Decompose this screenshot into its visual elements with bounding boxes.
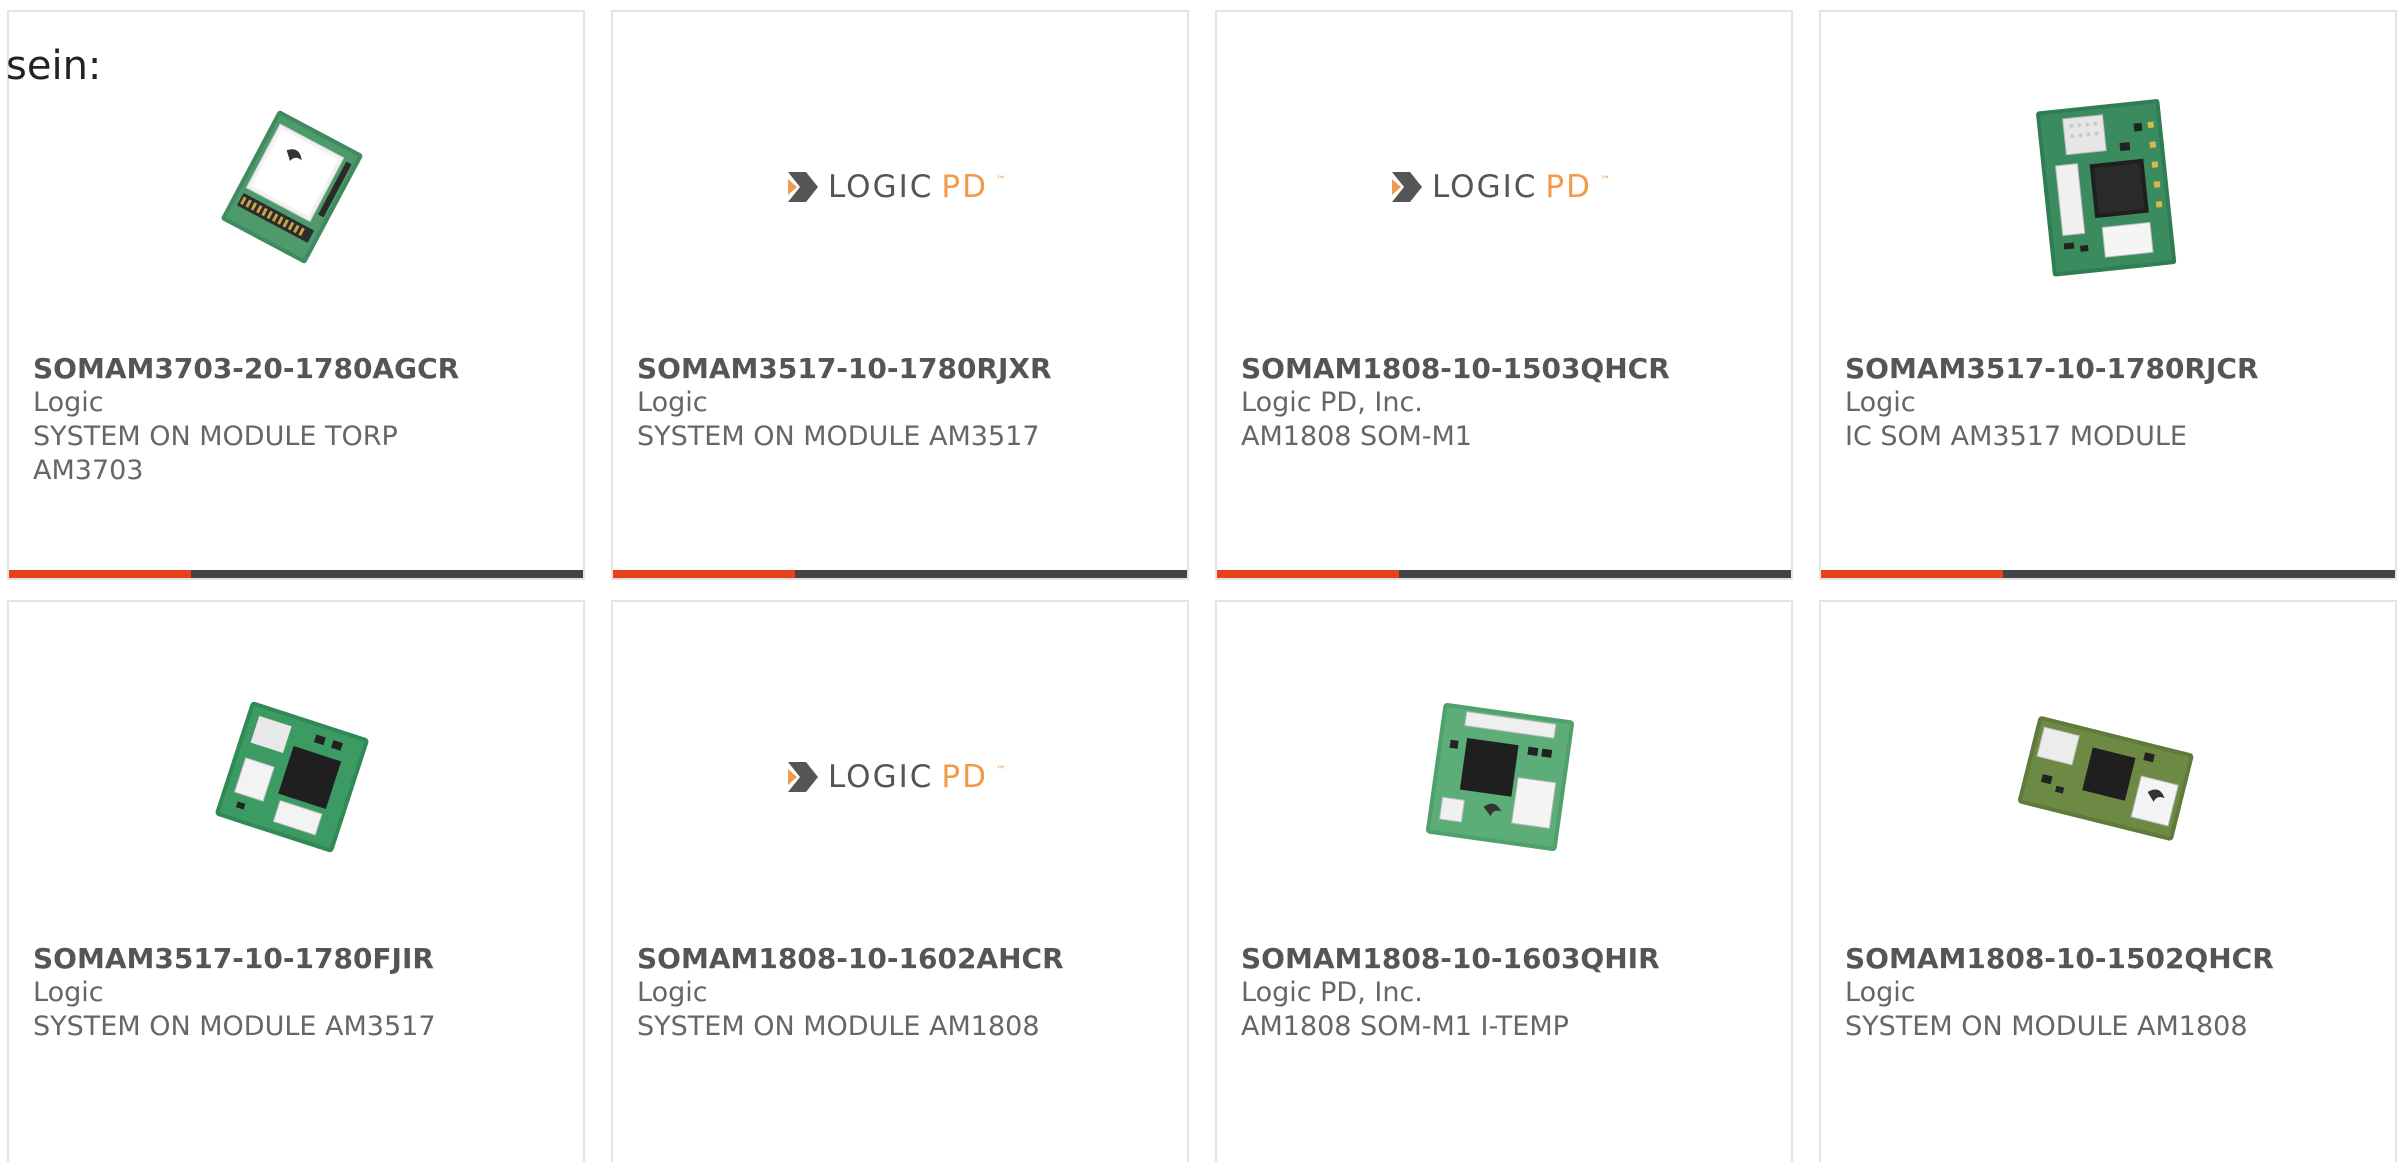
card-accent-bar <box>613 570 1187 578</box>
product-card[interactable]: LOGIC PD ™ SOMAM3517-10-1780RJXR Logic S… <box>611 10 1189 580</box>
product-card[interactable]: LOGIC PD ™ SOMAM1808-10-1503QHCR Logic P… <box>1215 10 1793 580</box>
board-square-icon <box>1425 702 1575 852</box>
part-number-link[interactable]: SOMAM3517-10-1780RJCR <box>1845 352 2375 386</box>
product-grid: SOMAM3703-20-1780AGCR Logic SYSTEM ON MO… <box>0 0 2400 1162</box>
manufacturer: Logic <box>33 387 104 418</box>
product-listing-page: sein: SOMAM3703-20-1780AGCR Logic SYSTEM… <box>0 0 2400 1162</box>
board-upright-icon <box>2036 99 2177 277</box>
card-accent-bar <box>1217 570 1791 578</box>
logo-word-logic: LOGIC <box>828 169 934 205</box>
product-image[interactable]: LOGIC PD ™ <box>1392 87 1610 287</box>
part-number-link[interactable]: SOMAM1808-10-1603QHIR <box>1241 942 1771 976</box>
product-info: SOMAM1808-10-1503QHCR Logic PD, Inc. AM1… <box>1241 352 1771 454</box>
logo-word-logic: LOGIC <box>828 759 934 795</box>
product-card[interactable]: SOMAM1808-10-1603QHIR Logic PD, Inc. AM1… <box>1215 600 1793 1162</box>
product-info: SOMAM3517-10-1780RJCR Logic IC SOM AM351… <box>1845 352 2375 454</box>
product-image[interactable] <box>1400 677 1600 877</box>
section-heading: sein: <box>6 43 102 89</box>
manufacturer: Logic <box>637 977 708 1008</box>
product-info: SOMAM1808-10-1603QHIR Logic PD, Inc. AM1… <box>1241 942 1771 1044</box>
logo-tm: ™ <box>995 765 1008 776</box>
product-image[interactable] <box>2004 87 2204 287</box>
product-card[interactable]: LOGIC PD ™ SOMAM1808-10-1602AHCR Logic S… <box>611 600 1189 1162</box>
part-number-link[interactable]: SOMAM3517-10-1780RJXR <box>637 352 1167 386</box>
description: SYSTEM ON MODULE AM1808 <box>637 1011 1040 1042</box>
product-info: SOMAM3517-10-1780FJIR Logic SYSTEM ON MO… <box>33 942 563 1044</box>
logo-tm: ™ <box>995 175 1008 186</box>
product-info: SOMAM1808-10-1502QHCR Logic SYSTEM ON MO… <box>1845 942 2375 1044</box>
description: AM1808 SOM-M1 I-TEMP <box>1241 1011 1569 1042</box>
card-accent-bar <box>1821 570 2395 578</box>
logo-tm: ™ <box>1599 175 1612 186</box>
manufacturer: Logic PD, Inc. <box>1241 387 1423 418</box>
product-card[interactable]: SOMAM1808-10-1502QHCR Logic SYSTEM ON MO… <box>1819 600 2397 1162</box>
board-flat-icon <box>215 701 369 853</box>
part-number-link[interactable]: SOMAM3703-20-1780AGCR <box>33 352 563 386</box>
manufacturer: Logic <box>1845 977 1916 1008</box>
product-image[interactable] <box>192 87 392 287</box>
logic-pd-logo: LOGIC PD ™ <box>784 169 1008 205</box>
logo-mark-icon <box>788 172 819 202</box>
part-number-link[interactable]: SOMAM1808-10-1602AHCR <box>637 942 1167 976</box>
logic-pd-logo: LOGIC PD ™ <box>784 759 1008 795</box>
logic-pd-logo: LOGIC PD ™ <box>1388 169 1612 205</box>
product-image[interactable]: LOGIC PD ™ <box>788 87 1006 287</box>
product-info: SOMAM1808-10-1602AHCR Logic SYSTEM ON MO… <box>637 942 1167 1044</box>
product-info: SOMAM3703-20-1780AGCR Logic SYSTEM ON MO… <box>33 352 563 488</box>
part-number-link[interactable]: SOMAM3517-10-1780FJIR <box>33 942 563 976</box>
logo-word-pd: PD <box>941 759 988 795</box>
product-card[interactable]: SOMAM3517-10-1780FJIR Logic SYSTEM ON MO… <box>7 600 585 1162</box>
logo-word-pd: PD <box>941 169 988 205</box>
logo-mark-icon <box>788 762 819 792</box>
manufacturer: Logic PD, Inc. <box>1241 977 1423 1008</box>
product-info: SOMAM3517-10-1780RJXR Logic SYSTEM ON MO… <box>637 352 1167 454</box>
part-number-link[interactable]: SOMAM1808-10-1502QHCR <box>1845 942 2375 976</box>
product-image[interactable] <box>192 677 392 877</box>
board-angled-icon <box>221 110 363 264</box>
description: AM1808 SOM-M1 <box>1241 421 1472 452</box>
logo-word-pd: PD <box>1545 169 1592 205</box>
manufacturer: Logic <box>33 977 104 1008</box>
description: SYSTEM ON MODULE AM3517 <box>33 1011 436 1042</box>
logo-mark-icon <box>1392 172 1423 202</box>
manufacturer: Logic <box>1845 387 1916 418</box>
manufacturer: Logic <box>637 387 708 418</box>
description: SYSTEM ON MODULE AM3517 <box>637 421 1040 452</box>
part-number-link[interactable]: SOMAM1808-10-1503QHCR <box>1241 352 1771 386</box>
product-image[interactable] <box>2004 677 2204 877</box>
description: SYSTEM ON MODULE TORP AM3703 <box>33 421 398 486</box>
description: IC SOM AM3517 MODULE <box>1845 421 2187 452</box>
product-card[interactable]: SOMAM3703-20-1780AGCR Logic SYSTEM ON MO… <box>7 10 585 580</box>
card-accent-bar <box>9 570 583 578</box>
board-wide-icon <box>2018 716 2194 841</box>
logo-word-logic: LOGIC <box>1432 169 1538 205</box>
product-image[interactable]: LOGIC PD ™ <box>788 677 1006 877</box>
product-card[interactable]: SOMAM3517-10-1780RJCR Logic IC SOM AM351… <box>1819 10 2397 580</box>
description: SYSTEM ON MODULE AM1808 <box>1845 1011 2248 1042</box>
